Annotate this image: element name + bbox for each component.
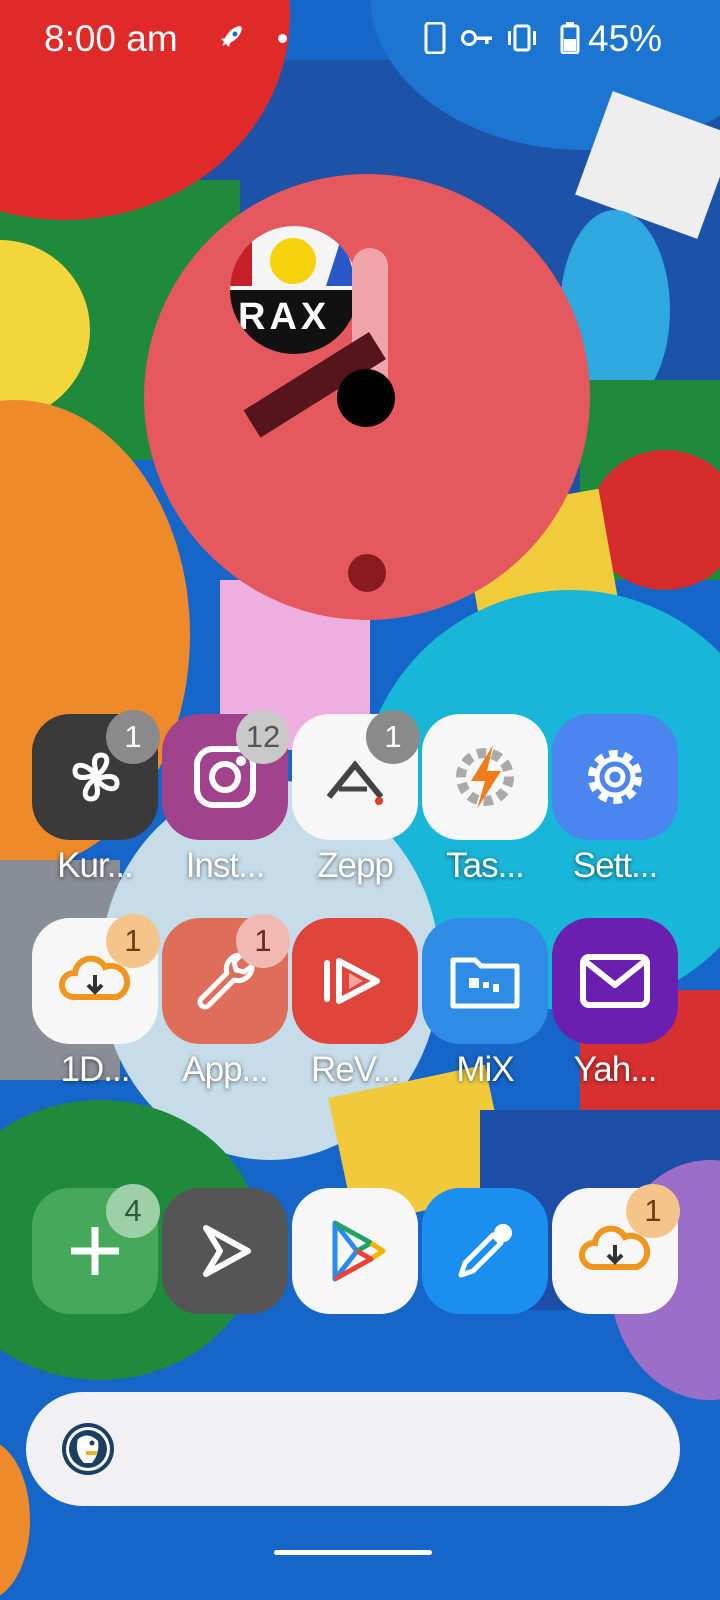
vpn-key-icon <box>460 28 494 53</box>
status-bar: 8:00 am 45% <box>0 0 720 80</box>
search-input[interactable] <box>136 1422 656 1476</box>
app-appmanager[interactable]: 1 App... <box>162 914 290 1089</box>
tasker-icon <box>422 714 548 840</box>
notification-badge: 1 <box>236 914 290 968</box>
vibrate-icon <box>505 24 539 57</box>
navigation-gesture-bar[interactable] <box>274 1550 432 1555</box>
notification-badge: 1 <box>626 1184 680 1238</box>
gear-icon <box>552 714 678 840</box>
rocket-icon <box>214 22 248 56</box>
clock-marker-dot <box>348 554 386 592</box>
eyedropper-icon <box>422 1188 548 1314</box>
revanced-icon <box>292 918 418 1044</box>
dock-app-plus[interactable]: 4 <box>32 1184 160 1314</box>
notification-badge: 1 <box>106 710 160 764</box>
dock-app-1dm[interactable]: 1 <box>552 1184 680 1314</box>
app-instagram[interactable]: 12 Inst... <box>162 710 290 885</box>
app-label: Sett... <box>572 846 658 885</box>
battery-percent: 45% <box>588 18 663 59</box>
app-zepp[interactable]: 1 Zepp <box>292 710 420 885</box>
clock-center <box>337 369 395 427</box>
app-settings[interactable]: Sett... <box>552 714 678 885</box>
album-art: RAX <box>230 226 358 354</box>
app-mix[interactable]: MiX <box>422 918 548 1089</box>
dock-app-color-picker[interactable] <box>422 1188 548 1314</box>
phone-icon <box>424 21 446 59</box>
app-tasker[interactable]: Tas... <box>422 714 548 885</box>
send-arrow-icon <box>162 1188 288 1314</box>
mail-icon <box>552 918 678 1044</box>
play-store-icon <box>292 1188 418 1314</box>
clock-widget[interactable]: RAX <box>144 174 590 620</box>
app-kurir[interactable]: 1 Kur... <box>32 710 160 885</box>
dock-app-play-store[interactable] <box>292 1188 418 1314</box>
app-yahoo-mail[interactable]: Yah... <box>552 918 678 1089</box>
app-1dm[interactable]: 1 1D... <box>32 914 160 1089</box>
folder-icon <box>422 918 548 1044</box>
status-time: 8:00 am <box>44 18 178 59</box>
duckduckgo-icon <box>62 1423 114 1475</box>
dock-app-send[interactable] <box>162 1188 288 1314</box>
album-art-text: RAX <box>238 296 331 338</box>
notification-dot-icon <box>278 34 287 43</box>
app-label: Yah... <box>573 1050 658 1089</box>
notification-badge: 1 <box>106 914 160 968</box>
notification-badge: 1 <box>366 710 420 764</box>
notification-badge: 4 <box>106 1184 160 1238</box>
search-bar[interactable] <box>26 1392 680 1506</box>
app-revanced[interactable]: ReV... <box>292 918 418 1089</box>
battery-icon <box>560 22 580 59</box>
notification-badge: 12 <box>236 710 290 764</box>
